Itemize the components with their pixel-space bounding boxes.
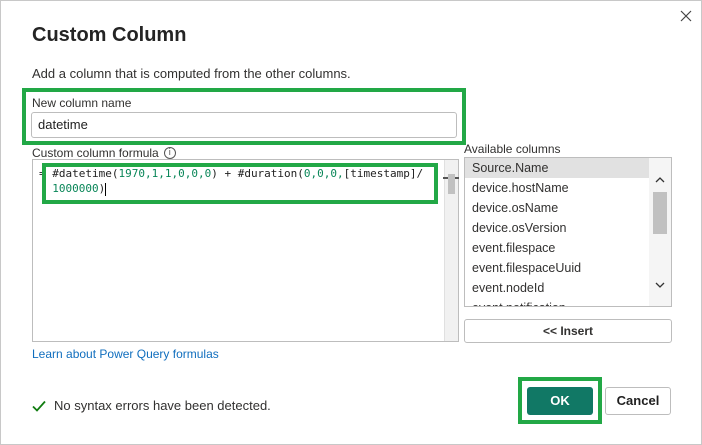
list-item[interactable]: device.osVersion	[465, 218, 649, 238]
text-cursor	[105, 182, 107, 196]
formula-token: )	[98, 182, 106, 195]
close-button[interactable]	[675, 5, 697, 27]
scroll-up-button[interactable]	[654, 174, 666, 186]
scroll-down-button[interactable]	[654, 279, 666, 291]
list-item[interactable]: event.notification	[465, 298, 649, 306]
formula-token: #datetime(	[52, 167, 119, 180]
dialog-title: Custom Column	[32, 24, 187, 46]
list-item[interactable]: Source.Name	[465, 158, 649, 178]
formula-token: ) + #duration(	[211, 167, 304, 180]
formula-code[interactable]: = #datetime(1970,1,1,0,0,0) + #duration(…	[39, 166, 444, 196]
chevron-down-icon	[655, 282, 665, 288]
formula-token: 0,0,0,	[303, 167, 344, 180]
formula-label: Custom column formula i	[32, 146, 176, 160]
checkmark-icon	[32, 400, 46, 412]
list-item[interactable]: device.osName	[465, 198, 649, 218]
formula-token: [timestamp]/	[343, 167, 424, 180]
list-item[interactable]: event.filespaceUuid	[465, 258, 649, 278]
ok-button[interactable]: OK	[527, 387, 593, 415]
formula-token: 1970,1,1,0,0,0	[118, 167, 212, 180]
custom-column-dialog: Custom Column Add a column that is compu…	[0, 0, 702, 445]
info-icon[interactable]: i	[163, 147, 176, 159]
syntax-status-text: No syntax errors have been detected.	[54, 398, 271, 413]
close-icon	[680, 10, 692, 22]
insert-button[interactable]: << Insert	[464, 319, 672, 343]
dialog-subtitle: Add a column that is computed from the o…	[32, 66, 351, 81]
available-columns-label: Available columns	[464, 142, 561, 156]
syntax-status: No syntax errors have been detected.	[32, 398, 271, 413]
new-column-name-input[interactable]: datetime	[31, 112, 457, 138]
available-columns-scrollbar[interactable]	[649, 158, 671, 306]
cancel-button[interactable]: Cancel	[605, 387, 671, 415]
formula-editor-scroll-thumb[interactable]	[448, 174, 455, 194]
list-item[interactable]: event.nodeId	[465, 278, 649, 298]
learn-power-query-link[interactable]: Learn about Power Query formulas	[32, 347, 219, 361]
list-item[interactable]: device.hostName	[465, 178, 649, 198]
available-columns-scroll-thumb[interactable]	[653, 192, 667, 234]
formula-label-text: Custom column formula	[32, 146, 159, 160]
formula-editor-scrollbar[interactable]	[443, 160, 459, 341]
formula-token: 1000000	[52, 182, 99, 195]
formula-prefix: =	[39, 167, 53, 180]
available-columns-list[interactable]: Source.Name device.hostName device.osNam…	[464, 157, 672, 307]
chevron-up-icon	[655, 177, 665, 183]
formula-editor[interactable]: = #datetime(1970,1,1,0,0,0) + #duration(…	[32, 159, 459, 342]
new-column-name-label: New column name	[32, 96, 132, 110]
list-item[interactable]: event.filespace	[465, 238, 649, 258]
